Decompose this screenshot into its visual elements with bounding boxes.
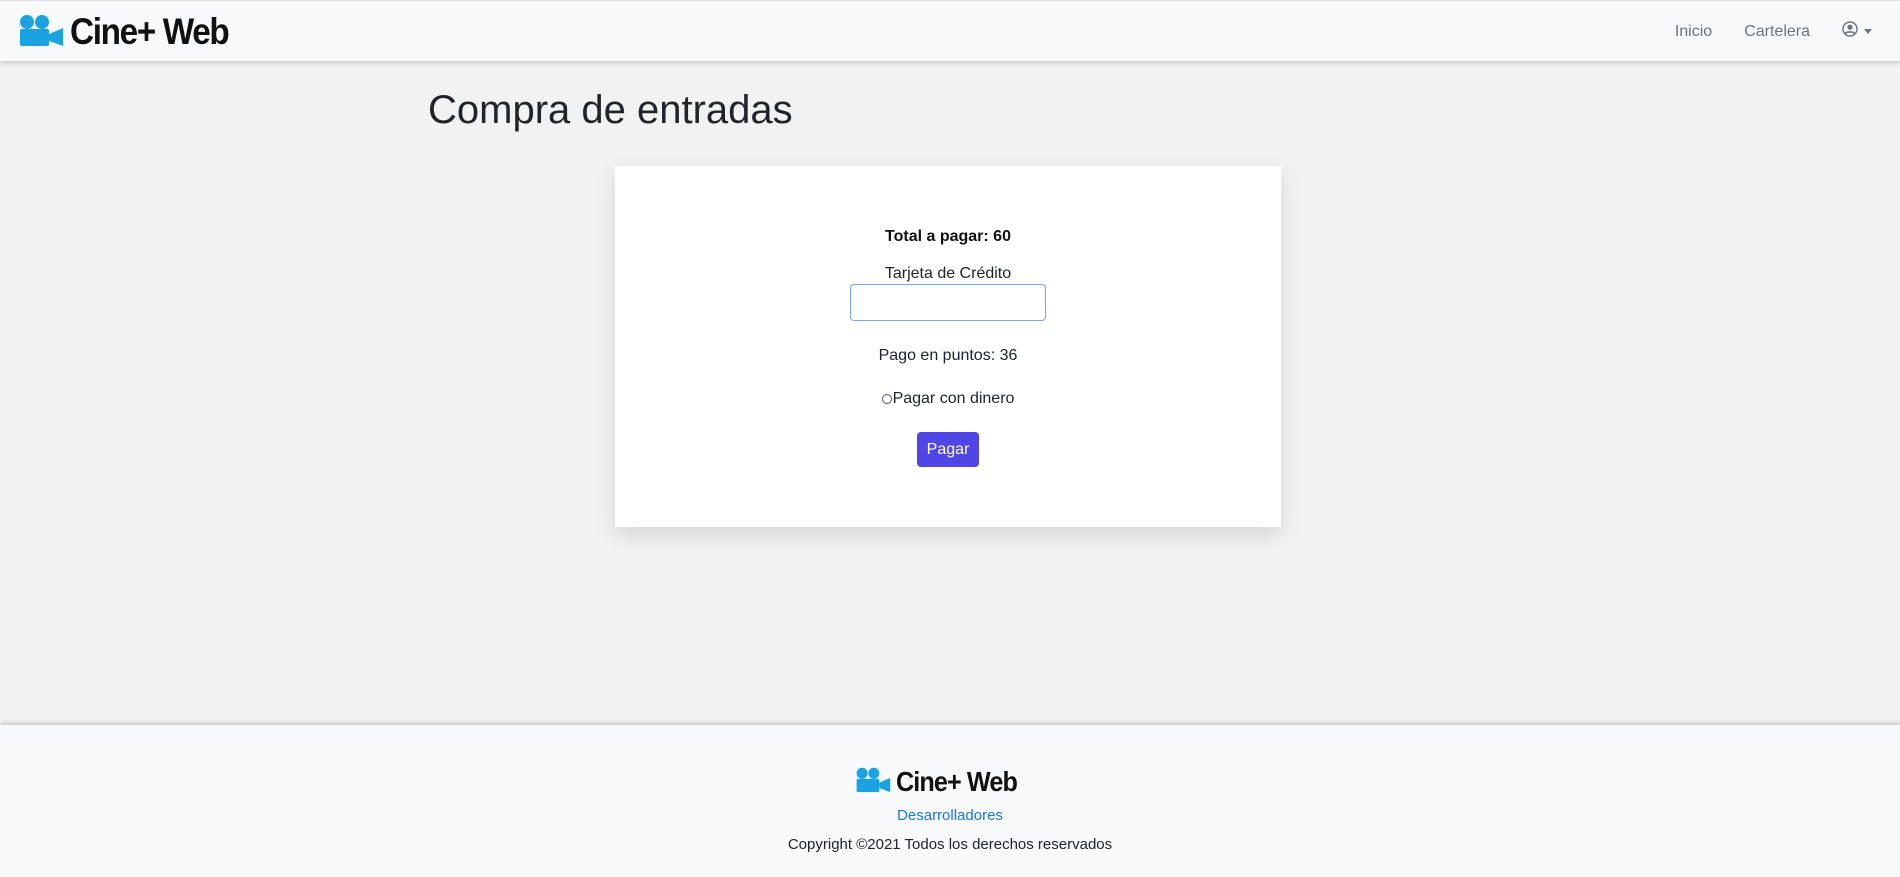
user-circle-icon — [1842, 21, 1858, 42]
pay-button[interactable]: Pagar — [917, 432, 979, 467]
money-option-radio[interactable] — [881, 394, 892, 404]
money-option-label: Pagar con dinero — [892, 390, 1015, 407]
nav-inicio[interactable]: Inicio — [1675, 23, 1712, 41]
credit-card-input[interactable] — [850, 284, 1046, 321]
footer-brand-logo: Cine+ Web — [855, 766, 1030, 798]
brand-name: Cine+ Web — [70, 11, 230, 52]
nav-cartelera[interactable]: Cartelera — [1744, 23, 1810, 41]
payment-card: Total a pagar: 60 Tarjeta de Crédito Pag… — [615, 166, 1281, 527]
video-camera-icon — [855, 766, 891, 798]
money-option[interactable]: Pagar con dinero — [615, 390, 1281, 408]
total-amount: Total a pagar: 60 — [885, 228, 1011, 245]
footer-brand-name: Cine+ Web — [896, 766, 1018, 797]
footer: Cine+ Web Desarrolladores Copyright ©202… — [0, 725, 1900, 877]
nav-links: Inicio Cartelera — [1643, 1, 1872, 62]
chevron-down-icon — [1864, 29, 1872, 34]
page-title: Compra de entradas — [428, 88, 793, 132]
points-payment-info: Pago en puntos: 36 — [878, 347, 1018, 364]
copyright-text: Copyright ©2021 Todos los derechos reser… — [787, 836, 1113, 853]
navbar: Cine+ Web Inicio Cartelera — [0, 0, 1900, 61]
user-menu-toggle[interactable] — [1842, 21, 1872, 42]
brand-logo[interactable]: Cine+ Web — [18, 11, 246, 52]
credit-card-label: Tarjeta de Crédito — [884, 265, 1012, 282]
developers-link[interactable]: Desarrolladores — [0, 807, 1900, 824]
video-camera-icon — [18, 13, 64, 52]
